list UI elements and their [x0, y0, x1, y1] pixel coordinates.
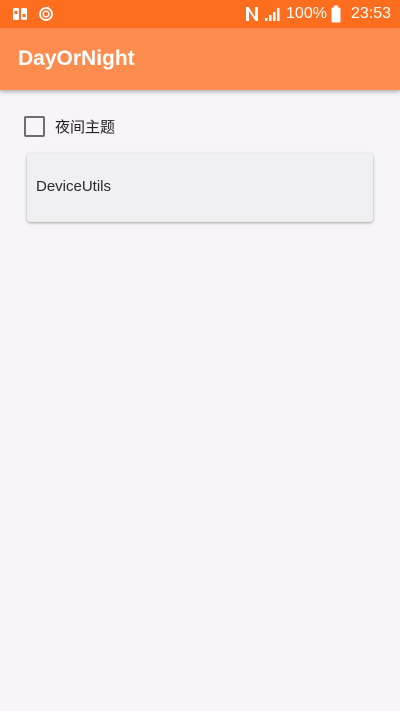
signal-icon [264, 6, 282, 22]
night-theme-checkbox[interactable]: 夜间主题 [24, 114, 115, 138]
nfc-icon [244, 5, 260, 23]
night-theme-label: 夜间主题 [55, 117, 116, 136]
app-title: DayOrNight [18, 47, 135, 70]
status-bar-notifications [12, 5, 54, 23]
status-bar-system: 100% 23:53 [244, 3, 391, 25]
status-time: 23:53 [350, 5, 391, 22]
battery-icon [331, 5, 341, 23]
status-bar: 100% 23:53 [0, 0, 400, 28]
battery-percent: 100% [286, 5, 327, 22]
device-utils-button-label: DeviceUtils [36, 178, 112, 195]
sync-notification-icon [38, 6, 54, 22]
app-notification-icon [12, 6, 28, 22]
device-utils-button[interactable]: DeviceUtils [27, 153, 373, 222]
app-bar: DayOrNight [0, 28, 400, 90]
checkbox-box[interactable] [24, 115, 45, 137]
